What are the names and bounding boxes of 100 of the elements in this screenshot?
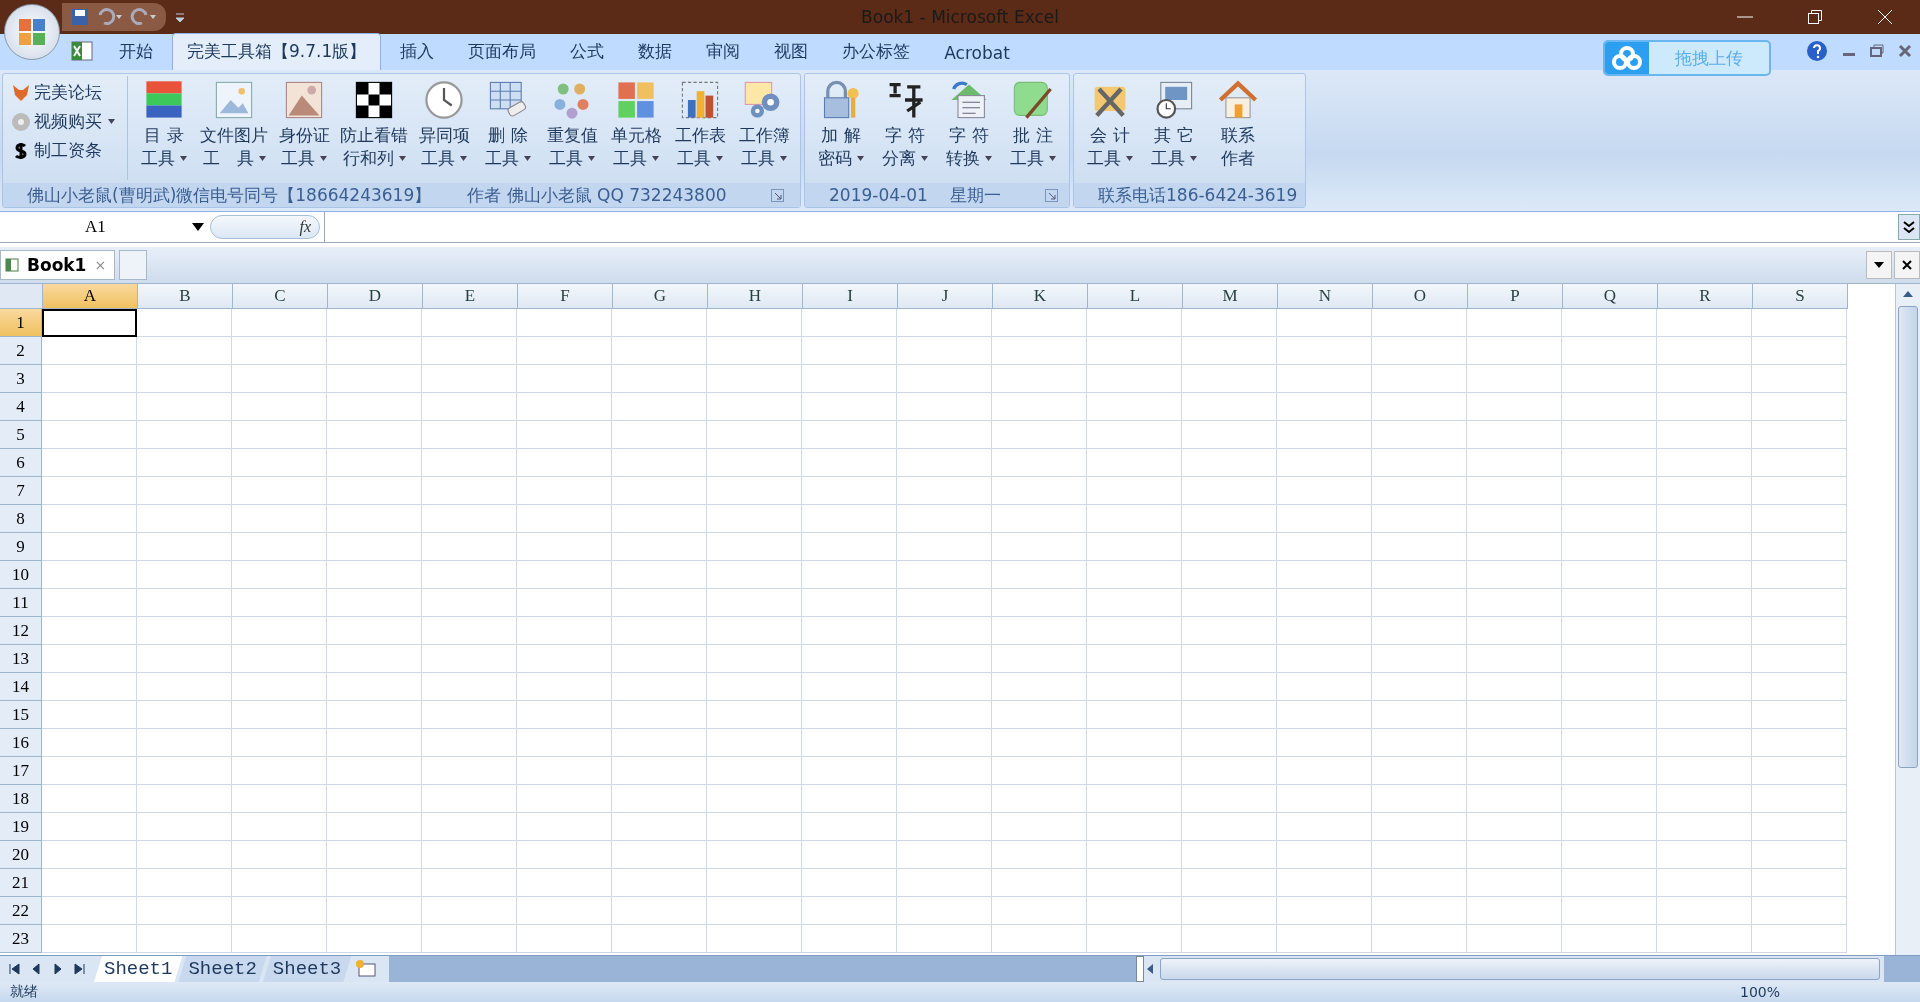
column-header[interactable]: M xyxy=(1183,284,1278,309)
ribbon-button[interactable]: 目 录 工具 xyxy=(132,76,196,172)
row-header[interactable]: 14 xyxy=(0,673,42,701)
ribbon-button[interactable]: 其 它 工具 xyxy=(1142,76,1206,172)
column-header[interactable]: S xyxy=(1753,284,1848,309)
ribbon-link[interactable]: 完美论坛 xyxy=(11,80,115,105)
column-header[interactable]: A xyxy=(43,284,138,309)
row-header[interactable]: 12 xyxy=(0,617,42,645)
ribbon-tab[interactable]: Acrobat xyxy=(929,36,1025,70)
column-header[interactable]: B xyxy=(138,284,233,309)
row-header[interactable]: 11 xyxy=(0,589,42,617)
row-header[interactable]: 6 xyxy=(0,449,42,477)
ribbon-button[interactable]: 身份证 工具 xyxy=(272,76,336,172)
ribbon-button[interactable]: 字 符 转换 xyxy=(937,76,1001,172)
ribbon-button[interactable]: 字 符 分离 xyxy=(873,76,937,172)
column-header[interactable]: Q xyxy=(1563,284,1658,309)
office-button[interactable] xyxy=(4,4,60,60)
sheet-tab[interactable]: Sheet3 xyxy=(262,956,352,982)
sheet-tab[interactable]: Sheet2 xyxy=(178,956,267,982)
ribbon-button[interactable]: 删 除 工具 xyxy=(476,76,540,172)
ribbon-button[interactable]: 会 计 工具 xyxy=(1078,76,1142,172)
redo-icon[interactable] xyxy=(130,7,158,27)
row-header[interactable]: 15 xyxy=(0,701,42,729)
row-header[interactable]: 1 xyxy=(0,309,42,337)
last-sheet-icon[interactable] xyxy=(74,963,86,975)
column-header[interactable]: N xyxy=(1278,284,1373,309)
column-header[interactable]: K xyxy=(993,284,1088,309)
row-header[interactable]: 8 xyxy=(0,505,42,533)
row-header[interactable]: 16 xyxy=(0,729,42,757)
restore-icon[interactable] xyxy=(1870,44,1884,58)
horizontal-scrollbar[interactable] xyxy=(1144,956,1884,982)
column-header[interactable]: E xyxy=(423,284,518,309)
row-header[interactable]: 18 xyxy=(0,785,42,813)
vertical-scrollbar[interactable] xyxy=(1895,284,1920,955)
undo-icon[interactable] xyxy=(96,7,124,27)
ribbon-button[interactable]: 单元格 工具 xyxy=(604,76,668,172)
column-header[interactable]: P xyxy=(1468,284,1563,309)
row-header[interactable]: 10 xyxy=(0,561,42,589)
dialog-launcher-icon[interactable] xyxy=(1045,188,1059,202)
customize-toolbar-icon[interactable] xyxy=(174,10,186,24)
row-header[interactable]: 23 xyxy=(0,925,42,953)
row-header[interactable]: 21 xyxy=(0,869,42,897)
ribbon-button[interactable]: 文件图片 工 具 xyxy=(196,76,272,172)
ribbon-tab[interactable]: 页面布局 xyxy=(453,33,552,70)
row-header[interactable]: 4 xyxy=(0,393,42,421)
row-header[interactable]: 19 xyxy=(0,813,42,841)
column-header[interactable]: I xyxy=(803,284,898,309)
scroll-thumb[interactable] xyxy=(1898,306,1918,768)
column-header[interactable]: H xyxy=(708,284,803,309)
column-header[interactable]: L xyxy=(1088,284,1183,309)
ribbon-button[interactable]: 批 注 工具 xyxy=(1001,76,1065,172)
row-header[interactable]: 7 xyxy=(0,477,42,505)
column-header[interactable]: F xyxy=(518,284,613,309)
ribbon-tab[interactable]: 公式 xyxy=(555,33,620,70)
previous-sheet-icon[interactable] xyxy=(30,963,42,975)
ribbon-tab[interactable]: 数据 xyxy=(623,33,688,70)
row-header[interactable]: 2 xyxy=(0,337,42,365)
column-header[interactable]: C xyxy=(233,284,328,309)
row-header[interactable]: 13 xyxy=(0,645,42,673)
insert-function-button[interactable]: fx xyxy=(210,215,320,239)
dialog-launcher-icon[interactable] xyxy=(770,188,784,202)
ribbon-button[interactable]: 异同项 工具 xyxy=(412,76,476,172)
row-header[interactable]: 5 xyxy=(0,421,42,449)
ribbon-button[interactable]: 工作簿 工具 xyxy=(732,76,796,172)
scroll-thumb[interactable] xyxy=(1160,958,1880,980)
ribbon-button[interactable]: 联系 作者 xyxy=(1206,76,1270,172)
up-arrow-icon[interactable] xyxy=(1903,291,1913,297)
new-tab-button[interactable] xyxy=(119,250,148,280)
ribbon-button[interactable]: 工作表 工具 xyxy=(668,76,732,172)
ribbon-tab[interactable]: 插入 xyxy=(385,33,450,70)
column-header[interactable]: R xyxy=(1658,284,1753,309)
workbook-tab[interactable]: Book1 × xyxy=(0,250,116,280)
ribbon-button[interactable]: 加 解 密码 xyxy=(809,76,873,172)
column-header[interactable]: J xyxy=(898,284,993,309)
close-tab-button[interactable] xyxy=(1894,251,1920,279)
row-header[interactable]: 9 xyxy=(0,533,42,561)
row-header[interactable]: 20 xyxy=(0,841,42,869)
ribbon-link[interactable]: 制工资条 xyxy=(11,138,115,163)
row-header[interactable]: 17 xyxy=(0,757,42,785)
ribbon-button[interactable]: 重复值 工具 xyxy=(540,76,604,172)
row-header[interactable]: 3 xyxy=(0,365,42,393)
select-all-button[interactable] xyxy=(0,284,43,309)
ribbon-tab[interactable]: 审阅 xyxy=(691,33,756,70)
ribbon-link[interactable]: 视频购买 xyxy=(11,109,115,134)
ribbon-tab[interactable]: 视图 xyxy=(759,33,824,70)
tab-list-button[interactable] xyxy=(1866,251,1892,279)
column-header[interactable]: G xyxy=(613,284,708,309)
sheet-tab[interactable]: Sheet1 xyxy=(94,956,183,982)
split-handle[interactable] xyxy=(1136,956,1144,982)
ribbon-tab[interactable]: 开始 xyxy=(104,33,168,70)
next-sheet-icon[interactable] xyxy=(52,963,64,975)
save-icon[interactable] xyxy=(70,7,90,27)
column-header[interactable]: O xyxy=(1373,284,1468,309)
expand-formula-button[interactable] xyxy=(1898,214,1920,240)
ribbon-button[interactable]: 防止看错 行和列 xyxy=(336,76,412,172)
row-header[interactable]: 22 xyxy=(0,897,42,925)
ribbon-tab[interactable]: 办公标签 xyxy=(827,33,926,70)
ribbon-tab[interactable]: 完美工具箱【9.7.1版】 xyxy=(172,33,382,70)
column-header[interactable]: D xyxy=(328,284,423,309)
first-sheet-icon[interactable] xyxy=(8,963,20,975)
